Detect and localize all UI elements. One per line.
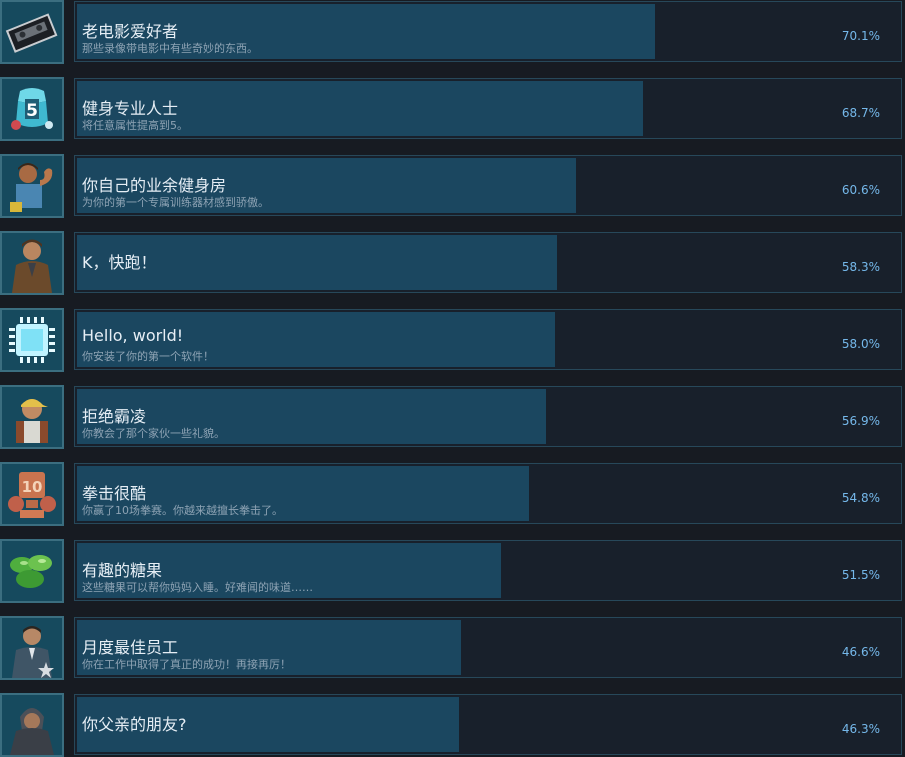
vhs-tape-icon bbox=[0, 0, 64, 64]
achievement-row: 5 健身专业人士 将任意属性提高到5。 68.7% bbox=[0, 77, 905, 141]
achievement-title: K，快跑！ bbox=[82, 253, 157, 272]
achievement-title: 拳击很酷 bbox=[82, 484, 147, 503]
achievement-row: 10 拳击很酷 你赢了10场拳赛。你越来越擅长拳击了。 54.8% bbox=[0, 462, 905, 526]
chip-icon bbox=[0, 308, 64, 372]
achievement-card: 月度最佳员工 你在工作中取得了真正的成功！再接再厉！ 46.6% bbox=[74, 617, 902, 678]
svg-text:10: 10 bbox=[22, 478, 43, 496]
achievement-row: 拒绝霸凌 你教会了那个家伙一些礼貌。 56.9% bbox=[0, 385, 905, 449]
achievement-row: 你父亲的朋友? 46.3% bbox=[0, 693, 905, 757]
achievement-card: 老电影爱好者 那些录像带电影中有些奇妙的东西。 70.1% bbox=[74, 1, 902, 62]
green-candy-icon bbox=[0, 539, 64, 603]
achievement-card: 你父亲的朋友? 46.3% bbox=[74, 694, 902, 755]
achievement-title: 你父亲的朋友? bbox=[82, 715, 187, 734]
muscle-man-icon bbox=[0, 154, 64, 218]
achievement-description: 你安装了你的第一个软件！ bbox=[82, 350, 214, 363]
stat-five-icon: 5 bbox=[0, 77, 64, 141]
achievement-description: 你教会了那个家伙一些礼貌。 bbox=[82, 427, 225, 440]
achievement-row: 老电影爱好者 那些录像带电影中有些奇妙的东西。 70.1% bbox=[0, 0, 905, 64]
svg-text:5: 5 bbox=[26, 101, 38, 121]
unlock-percentage: 51.5% bbox=[841, 568, 880, 582]
achievement-description: 为你的第一个专属训练器材感到骄傲。 bbox=[82, 196, 269, 209]
unlock-percentage: 68.7% bbox=[841, 106, 880, 120]
coat-man-icon bbox=[0, 231, 64, 295]
achievement-card: 健身专业人士 将任意属性提高到5。 68.7% bbox=[74, 78, 902, 139]
unlock-percentage: 58.3% bbox=[841, 260, 880, 274]
achievement-title: 拒绝霸凌 bbox=[82, 407, 147, 426]
achievement-row: 你自己的业余健身房 为你的第一个专属训练器材感到骄傲。 60.6% bbox=[0, 154, 905, 218]
achievement-card: 拳击很酷 你赢了10场拳赛。你越来越擅长拳击了。 54.8% bbox=[74, 463, 902, 524]
achievement-title: 有趣的糖果 bbox=[82, 561, 163, 580]
achievement-card: K，快跑！ 58.3% bbox=[74, 232, 902, 293]
unlock-percentage: 56.9% bbox=[841, 414, 880, 428]
suit-man-icon bbox=[0, 616, 64, 680]
achievement-list: 老电影爱好者 那些录像带电影中有些奇妙的东西。 70.1% 5 健身专业人士 将任意属性提… bbox=[0, 0, 905, 757]
achievement-card: Hello, world! 你安装了你的第一个软件！ 58.0% bbox=[74, 309, 902, 370]
achievement-description: 那些录像带电影中有些奇妙的东西。 bbox=[82, 42, 258, 55]
achievement-row: 月度最佳员工 你在工作中取得了真正的成功！再接再厉！ 46.6% bbox=[0, 616, 905, 680]
achievement-description: 将任意属性提高到5。 bbox=[82, 119, 188, 132]
unlock-percentage: 70.1% bbox=[841, 29, 880, 43]
hooded-man-icon bbox=[0, 693, 64, 757]
achievement-description: 你赢了10场拳赛。你越来越擅长拳击了。 bbox=[82, 504, 283, 517]
achievement-row: K，快跑！ 58.3% bbox=[0, 231, 905, 295]
unlock-percentage: 46.6% bbox=[841, 645, 880, 659]
achievement-title: 月度最佳员工 bbox=[82, 638, 179, 657]
achievement-card: 有趣的糖果 这些糖果可以帮你妈妈入睡。好难闻的味道…… 51.5% bbox=[74, 540, 902, 601]
achievement-title: 老电影爱好者 bbox=[82, 22, 179, 41]
achievement-card: 拒绝霸凌 你教会了那个家伙一些礼貌。 56.9% bbox=[74, 386, 902, 447]
achievement-card: 你自己的业余健身房 为你的第一个专属训练器材感到骄傲。 60.6% bbox=[74, 155, 902, 216]
unlock-percentage: 58.0% bbox=[841, 337, 880, 351]
achievement-description: 这些糖果可以帮你妈妈入睡。好难闻的味道…… bbox=[82, 581, 313, 594]
achievement-title: 健身专业人士 bbox=[82, 99, 179, 118]
cap-man-icon bbox=[0, 385, 64, 449]
achievement-row: 有趣的糖果 这些糖果可以帮你妈妈入睡。好难闻的味道…… 51.5% bbox=[0, 539, 905, 603]
achievement-row: Hello, world! 你安装了你的第一个软件！ 58.0% bbox=[0, 308, 905, 372]
achievement-title: Hello, world! bbox=[82, 326, 184, 345]
boxing-trophy-icon: 10 bbox=[0, 462, 64, 526]
achievement-title: 你自己的业余健身房 bbox=[82, 176, 227, 195]
unlock-percentage: 46.3% bbox=[841, 722, 880, 736]
unlock-percentage: 54.8% bbox=[841, 491, 880, 505]
achievement-description: 你在工作中取得了真正的成功！再接再厉！ bbox=[82, 658, 291, 671]
unlock-percentage: 60.6% bbox=[841, 183, 880, 197]
